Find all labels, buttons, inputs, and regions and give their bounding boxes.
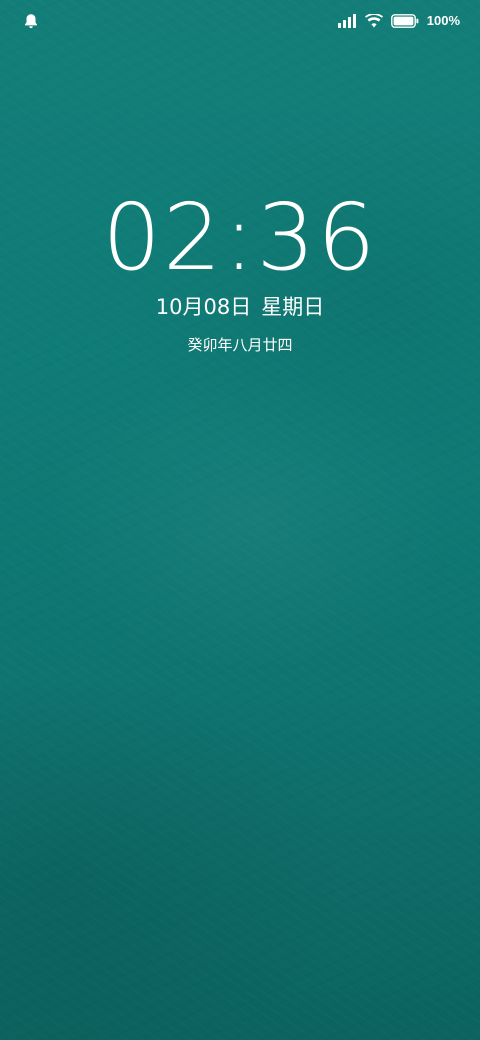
lock-screen-wallpaper: [0, 0, 480, 1040]
lock-screen-date: 10月08日 星期日: [0, 292, 480, 322]
date-text: 10月08日: [155, 295, 252, 319]
weekday-text: 星期日: [261, 295, 325, 319]
cellular-signal-icon: [337, 14, 356, 28]
status-indicators: 100%: [337, 12, 460, 30]
wifi-icon: [364, 14, 383, 28]
lock-screen-time: 02:36: [102, 184, 378, 291]
bell-icon: [25, 14, 37, 29]
lunar-date: 癸卯年八月廿四: [187, 336, 293, 354]
battery-icon: [390, 14, 419, 28]
status-bar: 100%: [0, 0, 480, 40]
battery-percent: 100%: [426, 13, 460, 28]
